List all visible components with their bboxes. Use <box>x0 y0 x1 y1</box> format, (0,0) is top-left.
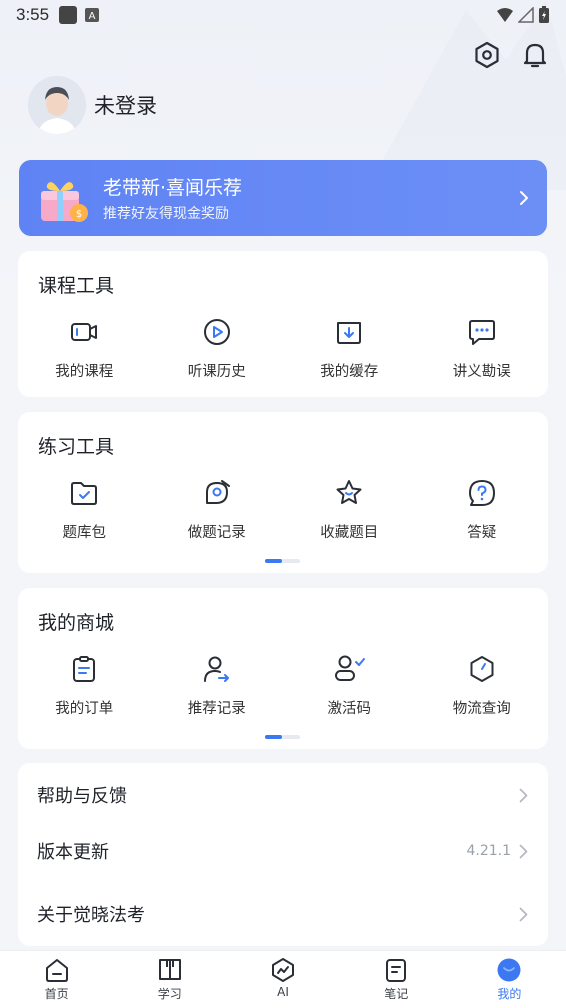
version-update-row[interactable]: 版本更新 4.21.1 <box>18 823 548 879</box>
my-cache-label: 我的缓存 <box>320 364 379 380</box>
practice-record-label: 做题记录 <box>187 525 246 541</box>
settings-button[interactable] <box>472 40 502 70</box>
tab-profile[interactable]: 我的 <box>453 951 566 1008</box>
note-icon <box>386 959 407 982</box>
chevron-right-icon <box>519 788 528 802</box>
listening-history-label: 听课历史 <box>187 364 246 380</box>
profile-header[interactable]: 未登录 <box>28 76 157 134</box>
app-notification-icon <box>59 6 78 24</box>
mall-card: 我的商城 我的订单 推荐记录 激活码 物流查询 <box>18 588 548 749</box>
practice-tools-title: 练习工具 <box>38 436 115 458</box>
my-courses-button[interactable]: 我的课程 <box>18 315 151 381</box>
tab-home[interactable]: 首页 <box>0 951 113 1008</box>
folder-icon <box>71 482 98 505</box>
practice-record-button[interactable]: 做题记录 <box>151 476 284 542</box>
chat-dots-icon <box>468 320 495 345</box>
mall-title: 我的商城 <box>38 612 115 634</box>
version-number: 4.21.1 <box>466 843 511 859</box>
qa-button[interactable]: 答疑 <box>416 476 549 542</box>
profile-tab-icon <box>497 958 521 982</box>
course-tools-card: 课程工具 我的课程 听课历史 我的缓存 讲义勘误 <box>18 251 548 397</box>
status-time: 3:55 <box>16 5 50 24</box>
tab-home-label: 首页 <box>44 987 69 1001</box>
video-icon <box>71 323 98 341</box>
question-bank-label: 题库包 <box>62 525 107 541</box>
qa-label: 答疑 <box>467 525 497 541</box>
top-actions <box>472 40 550 70</box>
referral-record-button[interactable]: 推荐记录 <box>151 652 284 718</box>
ai-icon <box>272 958 294 982</box>
tab-ai-label: AI <box>277 985 289 999</box>
wifi-icon <box>497 8 513 22</box>
chevron-right-icon <box>520 191 528 205</box>
tab-study[interactable]: 学习 <box>113 951 226 1008</box>
settings-list-card: 帮助与反馈 版本更新 4.21.1 关于觉晓法考 <box>18 763 548 946</box>
default-avatar-icon <box>28 76 86 134</box>
errata-label: 讲义勘误 <box>452 364 511 380</box>
about-row[interactable]: 关于觉晓法考 <box>18 886 548 942</box>
help-feedback-row[interactable]: 帮助与反馈 <box>18 767 548 823</box>
user-check-icon <box>335 655 366 681</box>
tab-profile-label: 我的 <box>497 987 522 1001</box>
question-icon <box>468 480 495 506</box>
signal-icon <box>518 7 534 23</box>
bell-icon <box>523 43 547 68</box>
mall-page-indicator <box>265 735 300 739</box>
about-label: 关于觉晓法考 <box>37 905 145 926</box>
notification-button[interactable] <box>520 40 550 70</box>
my-cache-button[interactable]: 我的缓存 <box>283 315 416 381</box>
clipboard-icon <box>73 656 96 682</box>
pen-record-icon <box>205 480 230 504</box>
battery-icon <box>539 6 549 23</box>
banner-subtitle: 推荐好友得现金奖励 <box>103 206 229 222</box>
my-orders-button[interactable]: 我的订单 <box>18 652 151 718</box>
login-status[interactable]: 未登录 <box>94 90 157 120</box>
practice-tools-card: 练习工具 题库包 做题记录 收藏题目 答疑 <box>18 412 548 573</box>
referral-record-label: 推荐记录 <box>187 701 246 717</box>
avatar[interactable] <box>28 76 86 134</box>
errata-button[interactable]: 讲义勘误 <box>416 315 549 381</box>
settings-hexagon-icon <box>475 41 499 69</box>
logistics-label: 物流查询 <box>452 701 511 717</box>
tab-notes[interactable]: 笔记 <box>340 951 453 1008</box>
question-bank-button[interactable]: 题库包 <box>18 476 151 542</box>
star-icon <box>336 480 362 504</box>
svg-text:$: $ <box>76 209 82 220</box>
favorite-questions-label: 收藏题目 <box>320 525 379 541</box>
tab-notes-label: 笔记 <box>384 987 409 1001</box>
favorite-questions-button[interactable]: 收藏题目 <box>283 476 416 542</box>
home-icon <box>45 959 68 982</box>
book-icon <box>158 959 181 980</box>
tab-study-label: 学习 <box>157 987 182 1001</box>
gift-box-icon: $ <box>41 182 88 222</box>
version-update-label: 版本更新 <box>37 842 109 863</box>
tab-ai[interactable]: AI <box>226 951 339 1008</box>
activation-code-button[interactable]: 激活码 <box>283 652 416 718</box>
status-bar: 3:55 A <box>0 0 566 30</box>
chevron-right-icon <box>519 844 528 858</box>
course-tools-title: 课程工具 <box>38 275 115 297</box>
user-arrow-icon <box>203 656 229 682</box>
bottom-tab-bar: 首页 学习 AI 笔记 我的 <box>0 950 566 1008</box>
logistics-button[interactable]: 物流查询 <box>416 652 549 718</box>
practice-page-indicator <box>265 559 300 563</box>
referral-banner[interactable]: $ 老带新·喜闻乐荐 推荐好友得现金奖励 <box>19 160 547 236</box>
activation-code-label: 激活码 <box>327 701 372 717</box>
banner-title: 老带新·喜闻乐荐 <box>103 177 243 199</box>
my-courses-label: 我的课程 <box>55 364 114 380</box>
a-notification-icon: A <box>85 8 100 22</box>
help-feedback-label: 帮助与反馈 <box>37 786 127 807</box>
my-orders-label: 我的订单 <box>55 701 114 717</box>
listening-history-button[interactable]: 听课历史 <box>151 315 284 381</box>
hexagon-clock-icon <box>470 656 494 682</box>
chevron-right-icon <box>519 907 528 921</box>
download-box-icon <box>337 322 362 344</box>
play-circle-icon <box>203 319 230 345</box>
